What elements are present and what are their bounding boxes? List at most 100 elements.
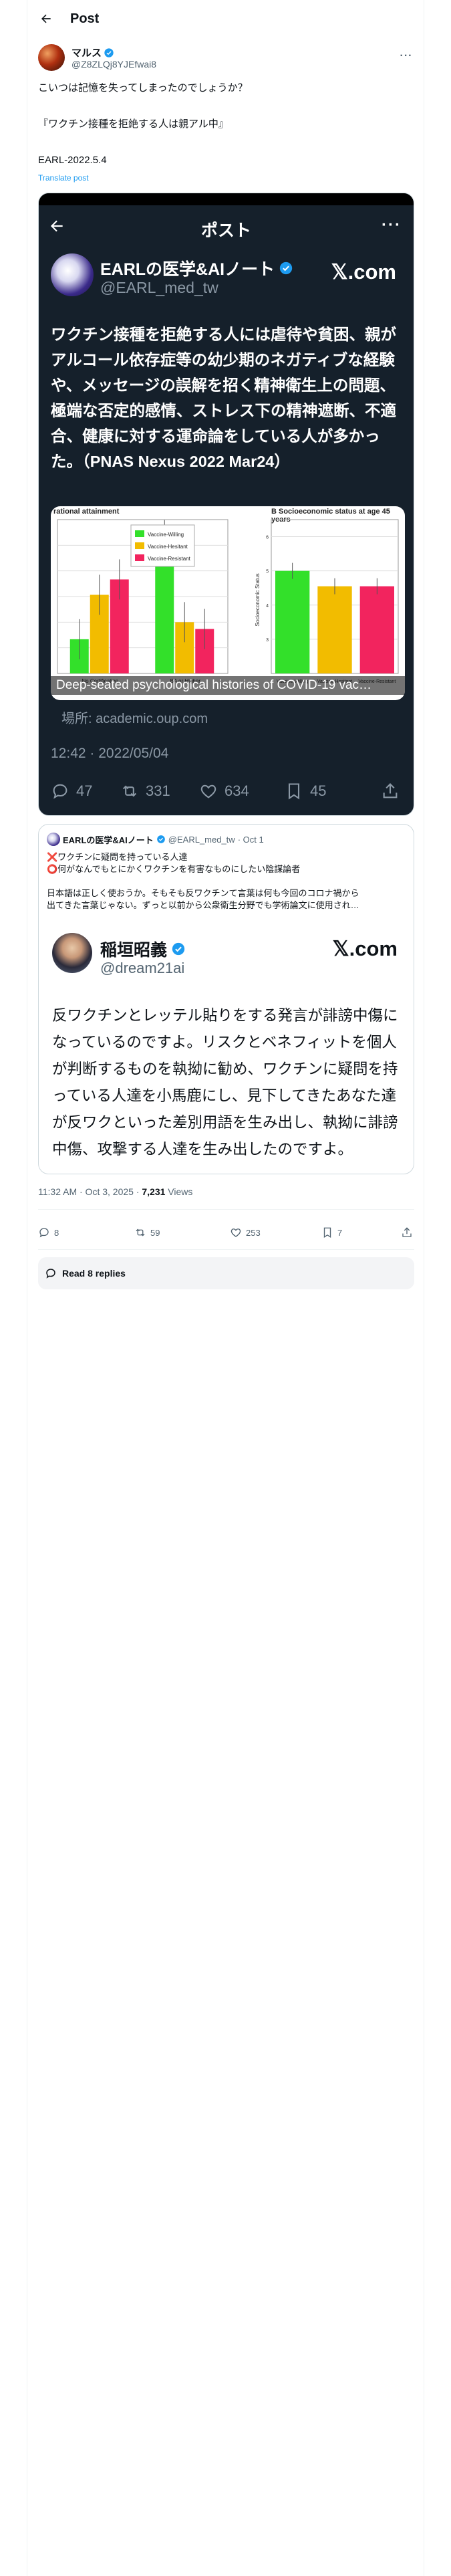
screenshot-stats: 47 331 634 45 [51,779,405,806]
heart-icon [200,784,216,798]
quoted-image: 稲垣昭義 @dream21ai 𝕏.com 反ワクチンとレッテル貼りをする発言が… [47,924,407,1167]
reply-icon [46,1269,55,1279]
legend-label-1: Vaccine-Hesitant [148,544,188,550]
repost-button[interactable]: 59 [134,1226,160,1239]
quoted-text-line-4: 出てきた言葉じゃない。ずっと以前から公衆衛生分野でも学術論文に使用され… [47,900,359,910]
screenshot-reposts-count: 331 [146,782,170,799]
legend-swatch-1 [135,542,144,549]
bookmark-icon [323,1227,331,1239]
action-bar: 8 59 253 7 [38,1218,414,1248]
like-count: 253 [246,1227,261,1238]
avatar[interactable] [38,44,65,71]
link-card-caption: Deep-seated psychological histories of C… [51,676,405,695]
post-text-line-1: こいつは記憶を失ってしまったのでしょうか？ [38,82,248,94]
bar-ses-0 [275,570,310,673]
post-text-line-3: EARL-2022.5.4 [38,154,107,166]
quoted-text-line-1: ❌ワクチンに疑問を持っている人達 [47,852,188,862]
quoted-image-name-row: 稲垣昭義 [100,937,186,961]
bookmark-count: 7 [337,1227,343,1238]
y-axis-label: Socioeconomic Status [255,573,261,626]
screenshot-share [381,782,400,800]
reply-icon [53,784,67,799]
author-handle[interactable]: @Z8ZLQj8YJEfwai8 [71,59,156,70]
screenshot-title: ポスト [200,221,251,240]
quoted-image-name: 稲垣昭義 [100,941,168,960]
screenshot-author-name-row: EARLの医学&AIノート [100,256,293,280]
repost-icon [122,785,137,797]
repost-count: 59 [150,1227,160,1238]
chart-svg: No CertificationBA or HigherVaccine-Will… [57,519,399,684]
screenshot-replies-count: 47 [76,782,93,799]
views-label: Views [165,1186,193,1197]
bar-ses-2 [359,586,394,673]
screenshot-author: EARLの医学&AIノート @EARL_med_tw 𝕏.com [39,247,414,311]
screenshot-replies: 47 [51,782,92,800]
verified-badge-icon [156,835,165,843]
repost-icon [136,1228,145,1237]
quoted-author-name: EARLの医学&AIノート [63,835,154,845]
avatar [47,833,60,846]
share-icon [383,783,398,798]
divider [38,1249,414,1250]
post-text-line-2: 『ワクチン接種を拒絶する人は親アル中』 [38,118,229,130]
quoted-author-row: EARLの医学&AIノート @EARL_med_tw · Oct 1 [47,833,264,846]
screenshot-bookmarks: 45 [285,782,326,800]
screenshot-reposts: 331 [120,782,170,800]
more-options-icon: ··· [382,216,402,234]
post-media-screenshot[interactable]: ポスト ··· EARLの医学&AIノート @EARL_med_tw 𝕏.com… [38,193,414,816]
more-options-icon[interactable]: ··· [398,48,414,64]
post-timestamp[interactable]: 11:32 AM · Oct 3, 2025 · [38,1186,142,1197]
quoted-post[interactable]: EARLの医学&AIノート @EARL_med_tw · Oct 1 ❌ワクチン… [38,824,414,1174]
translate-link[interactable]: Translate post [38,173,89,183]
page-title: Post [70,11,100,26]
verified-badge-icon [172,942,185,956]
read-replies-label: Read 8 replies [62,1268,126,1279]
back-button[interactable] [34,7,58,31]
heart-icon [231,1228,241,1237]
x-logo: 𝕏.com [331,260,396,284]
read-replies-button[interactable]: Read 8 replies [38,1257,414,1289]
author-name[interactable]: マルス [71,45,102,60]
quoted-image-body: 反ワクチンとレッテル貼りをする発言が誹謗中傷になっているのですよ。リスクとベネフ… [52,1007,398,1158]
y-tick-label: 3 [266,638,269,643]
reply-button[interactable]: 8 [38,1226,59,1239]
top-bar: Post [27,0,425,37]
screenshot-post-body: ワクチン接種を拒絶する人には虐待や貧困、親がアルコール依存症等の幼少期のネガティ… [51,326,396,470]
quoted-date: · Oct 1 [237,834,264,845]
y-tick-label: 5 [266,570,269,574]
author-name-row[interactable]: マルス [71,45,114,60]
reply-count: 8 [54,1227,59,1238]
bar-ses-1 [317,586,352,673]
post-meta: 11:32 AM · Oct 3, 2025 · 7,231 Views [38,1186,192,1197]
quoted-author-handle: @EARL_med_tw [168,834,235,845]
bookmark-button[interactable]: 7 [321,1226,342,1239]
share-icon [402,1227,412,1237]
timeline-column: Post マルス @Z8ZLQj8YJEfwai8 ··· こいつは記憶を失って… [27,0,424,2576]
screenshot-likes: 634 [199,782,249,800]
x-logo: 𝕏.com [332,937,398,960]
back-arrow-icon [41,14,51,23]
screenshot-header: ポスト ··· [39,205,414,247]
link-source: 場所: academic.oup.com [61,712,208,726]
screenshot-author-name: EARLの医学&AIノート [100,260,275,279]
embedded-chart-image: rational attainment B Socioeconomic stat… [51,506,405,700]
y-tick-label: 6 [266,536,269,540]
post-author: マルス @Z8ZLQj8YJEfwai8 ··· [38,41,414,74]
legend-label-2: Vaccine-Resistant [148,556,191,562]
verified-badge-icon [104,47,114,58]
legend-swatch-2 [135,554,144,561]
reply-icon [39,1228,49,1238]
screenshot-author-handle: @EARL_med_tw [100,279,218,296]
like-button[interactable]: 253 [230,1226,261,1239]
quoted-text-line-3: 日本語は正しく使おうか。そもそも反ワクチンて言葉は何も今回のコロナ禍から [47,888,359,898]
screenshot-bookmarks-count: 45 [310,782,327,799]
avatar [51,253,94,296]
screenshot-timestamp: 12:42 · 2022/05/04 [51,746,169,761]
share-button[interactable] [401,1226,413,1239]
legend-label-0: Vaccine-Willing [148,532,184,538]
quoted-image-handle: @dream21ai [100,960,185,976]
status-strip [39,193,414,205]
verified-badge-icon [279,261,293,275]
divider [38,1209,414,1210]
avatar [52,933,92,973]
